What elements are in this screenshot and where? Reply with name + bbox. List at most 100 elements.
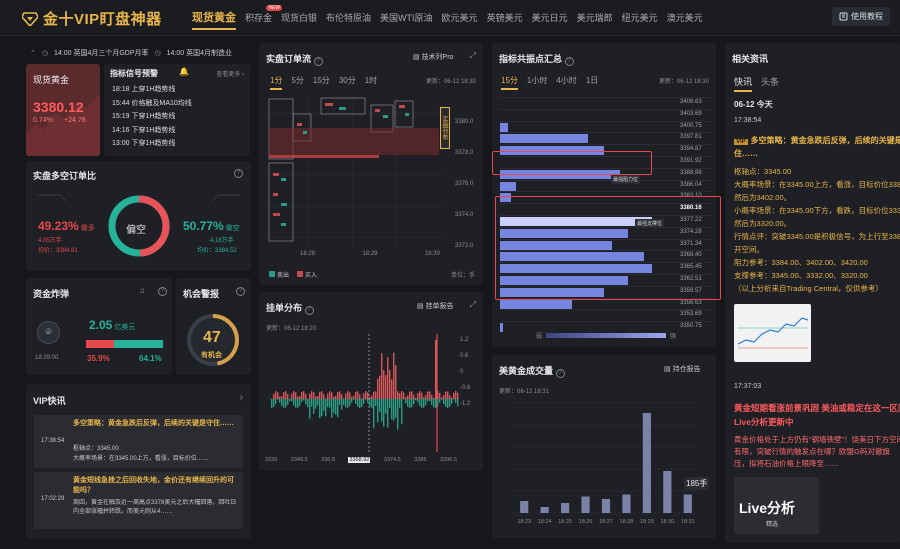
signal-item[interactable]: 14:16 下穿1H趋势线 (112, 124, 192, 138)
nav-item[interactable]: 英镑美元 (487, 11, 523, 30)
ask-bar (417, 399, 419, 403)
vip-item[interactable]: 17:38:54 多空策略：黄金急跌后反弹，后续的关键是守住…… 枢轴点：334… (34, 415, 243, 468)
tab-headlines[interactable]: 头条 (761, 75, 779, 92)
volume-bar[interactable] (663, 471, 672, 513)
bid-bar (341, 394, 343, 399)
tab-flash[interactable]: 快讯 (734, 75, 753, 92)
bomb-amount-value: 2.05 (89, 318, 113, 332)
bell-icon[interactable]: ♫ (139, 286, 145, 295)
nav-item[interactable]: 美元日元 (532, 11, 568, 30)
tab-period[interactable]: 4小时 (556, 75, 576, 90)
signal-item[interactable]: 13:00 下穿1H趋势线 (112, 137, 192, 151)
bid-bar (393, 352, 395, 399)
news-panel: 相关资讯 快讯 头条 06-12 今天 17:38:54 VIP 多空策略：黄金急… (725, 43, 900, 543)
x-tick: 3348.5 (290, 457, 308, 463)
bid-bar (415, 397, 417, 399)
signal-item[interactable]: 18:18 上穿1H趋势线 (112, 83, 192, 97)
nav-item[interactable]: 纽元美元 (622, 11, 658, 30)
bid-bar (285, 391, 287, 399)
help-icon[interactable]: ? (564, 57, 574, 66)
volume-bar[interactable] (540, 507, 549, 513)
ask-bar (385, 399, 387, 414)
news-body-red: 黄金价格处于上方仍有“钢墙铁壁”！饶美日下方空间有限，突破行情的触发点在哪？欧盟… (734, 435, 900, 468)
order-dist-yaxis: 1.2 0.6 0 -0.6 -1.2 (460, 332, 470, 412)
support-highlight (495, 196, 721, 300)
bomb-time: 18:29:00 (35, 355, 59, 361)
ask-bar (411, 399, 413, 408)
nav-item[interactable]: 布伦特原油 (326, 11, 371, 30)
level-label: 3356.63 (680, 299, 702, 306)
chevron-right-icon[interactable]: › (240, 392, 243, 403)
resistance-highlight (492, 151, 652, 175)
vip-item-title: 多空策略：黄金急跌后反弹，后续的关键是守住…… (73, 420, 234, 427)
resonance-bar (500, 134, 588, 144)
volume-bar[interactable] (683, 494, 692, 514)
ask-bar (301, 399, 303, 403)
time-tick: 18:29 (362, 251, 378, 257)
vip-title: VIP快讯 (33, 396, 66, 406)
help-button[interactable]: 使用教程 (832, 7, 890, 26)
level-label: 3388.98 (680, 169, 702, 176)
time-tick: 18:24 (538, 519, 552, 525)
volume-bar[interactable] (581, 496, 590, 514)
ask-bar (307, 399, 309, 408)
bid-bar (339, 391, 341, 399)
signal-item[interactable]: 15:19 下穿1H趋势线 (112, 110, 192, 124)
bid-bar (417, 393, 419, 399)
current-price-tick: 3368.92 (348, 457, 371, 463)
signal-time: 15:19 (112, 113, 130, 120)
live-subtitle: 精选 (766, 522, 779, 528)
short-pct: 50.77% 做空 (183, 219, 240, 233)
signals-title: 指标信号预警 (110, 69, 158, 78)
x-tick: 3374.5 (383, 457, 401, 463)
news-tabs: 快讯 头条 (734, 75, 779, 92)
volume-bar[interactable] (601, 499, 611, 513)
ask-bar (277, 399, 279, 400)
ask-bar (315, 399, 317, 409)
nav-item[interactable]: 现货黄金 (192, 9, 236, 30)
ask-bar (409, 399, 411, 408)
signal-item[interactable]: 15:44 价格触及MA10均线 (112, 97, 192, 111)
volume-bar[interactable] (561, 503, 570, 513)
nav-item[interactable]: 美国WTI原油 (380, 11, 433, 30)
volume-bar[interactable] (520, 501, 529, 513)
volume-bar[interactable] (622, 494, 631, 514)
news-headline-red[interactable]: 黄金短期看涨前景巩固 美油或稳定在这一区间 Live分析更新中 (734, 401, 900, 429)
tab-period[interactable]: 15分 (501, 75, 518, 90)
nav-item[interactable]: 美元瑞郎 (577, 11, 613, 30)
resonance-bar (500, 122, 508, 132)
strength-gradient (546, 333, 666, 338)
resonance-title: 指标共振点汇总 ? (499, 52, 574, 66)
resonance-bar (500, 299, 572, 309)
tab-period[interactable]: 1小时 (527, 75, 547, 90)
calendar-ticker[interactable]: ⌃ ◷ 14:00 英国4月三个月GDP月率 ◷ 14:00 英国4月制造业 (30, 47, 252, 59)
nav-item[interactable]: 欧元美元 (442, 11, 478, 30)
nav-item[interactable]: 现货白银 (281, 11, 317, 30)
help-icon[interactable]: ? (158, 287, 167, 296)
ask-bar (369, 399, 371, 407)
bid-bar (455, 391, 457, 399)
bid-bar (433, 397, 435, 399)
time-tick: 18:25 (558, 519, 572, 525)
nav-item[interactable]: 澳元美元 (667, 11, 703, 30)
instrument-nav: 现货黄金 积存金 NEW 现货白银 布伦特原油 美国WTI原油 欧元美元 英镑美元… (192, 5, 703, 30)
level-label: 3386.04 (680, 181, 702, 188)
signal-text: 下穿1H趋势线 (131, 126, 176, 134)
signals-more-link[interactable]: 查看更多 › (216, 69, 244, 78)
spot-price-card[interactable]: 现货黄金 3380.12 0.74% +24.78 (26, 64, 100, 156)
ask-bar (439, 399, 441, 403)
vip-item[interactable]: 17:02:29 黄金短线急挫之后回收失地，金价还有继续回升的可能吗？ 周四，黄… (34, 472, 243, 529)
live-analysis-thumbnail[interactable]: Live分析 精选 (734, 477, 819, 534)
ask-bar (283, 399, 285, 408)
nav-item[interactable]: 积存金 NEW (245, 5, 283, 30)
y-tick: 0.6 (460, 353, 469, 359)
legend-buy: 买入 (297, 270, 317, 279)
tab-period[interactable]: 1日 (586, 75, 598, 90)
distribution-side-label[interactable]: 实盘分布 (440, 107, 450, 149)
app-logo[interactable]: 金十VIP盯盘神器 (22, 8, 162, 29)
news-item[interactable]: VIP 多空策略：黄金急跌后反弹，后续的关键是守住…… (734, 135, 900, 160)
news-chart-thumbnail[interactable] (734, 304, 811, 362)
book-icon (839, 12, 848, 21)
bid-bar (297, 396, 299, 399)
volume-bar[interactable] (642, 413, 651, 513)
